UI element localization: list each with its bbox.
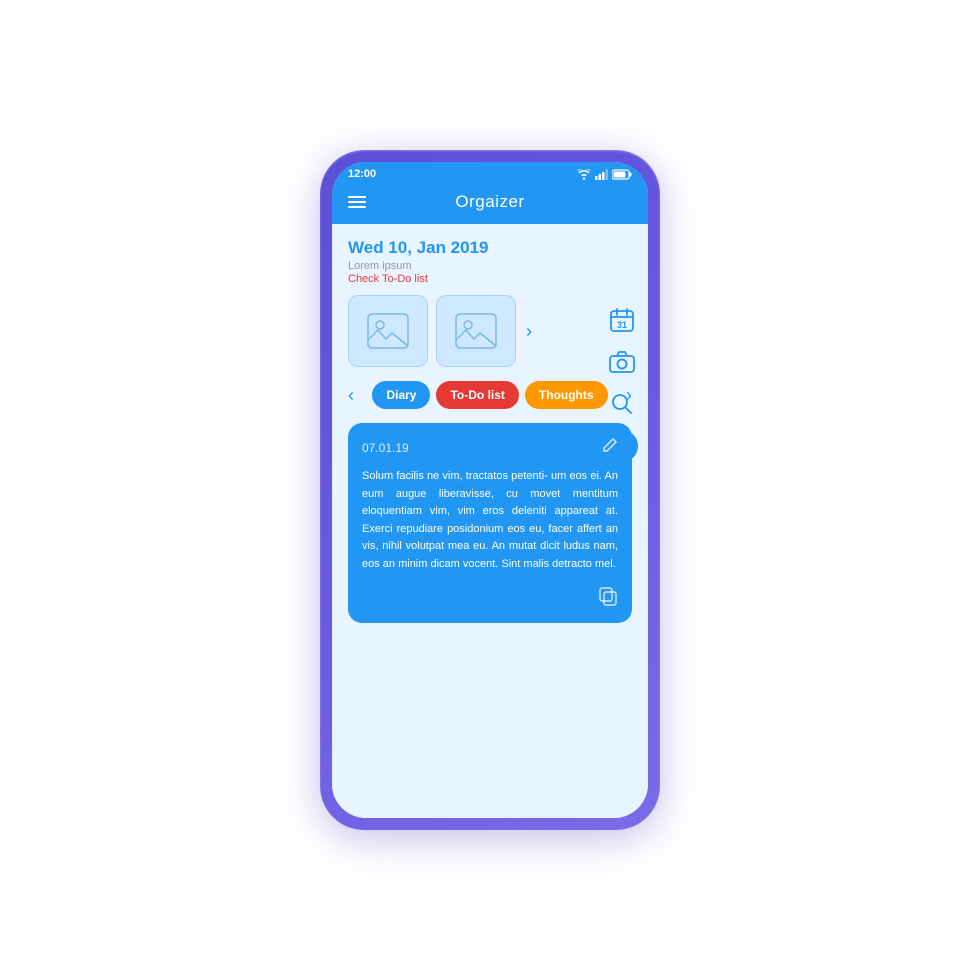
hamburger-line-1 <box>348 196 366 198</box>
hamburger-menu[interactable] <box>348 196 366 208</box>
date-heading: Wed 10, Jan 2019 <box>348 238 489 258</box>
search-icon-btn[interactable] <box>606 388 638 420</box>
battery-icon <box>612 169 632 180</box>
search-icon <box>611 393 633 415</box>
camera-icon <box>609 351 635 373</box>
status-bar: 12:00 <box>332 162 648 184</box>
image-placeholder-icon-1 <box>366 312 410 350</box>
phone-frame: 12:00 <box>320 150 660 830</box>
calendar-icon: 31 <box>609 307 635 333</box>
edit-icon[interactable] <box>602 437 618 458</box>
todo-link[interactable]: Check To-Do list <box>348 273 489 285</box>
note-card: 07.01.19 Solum facilis ne vim, tractatos… <box>348 423 632 623</box>
note-date: 07.01.19 <box>362 441 409 455</box>
calendar-icon-btn[interactable]: 31 <box>606 304 638 336</box>
status-time: 12:00 <box>348 168 376 180</box>
hamburger-line-2 <box>348 201 366 203</box>
signal-icon <box>595 169 608 180</box>
note-text: Solum facilis ne vim, tractatos petenti-… <box>362 468 618 574</box>
wifi-icon <box>577 169 591 180</box>
date-info: Wed 10, Jan 2019 Lorem ipsum Check To-Do… <box>348 238 489 285</box>
tab-arrow-left[interactable]: ‹ <box>348 385 354 406</box>
app-bar: Orgaizer <box>332 184 648 224</box>
note-card-footer <box>362 586 618 611</box>
gallery-arrow-right[interactable]: › <box>526 321 532 342</box>
image-placeholder-icon-2 <box>454 312 498 350</box>
status-icons <box>577 169 632 180</box>
content-area: Wed 10, Jan 2019 Lorem ipsum Check To-Do… <box>332 224 648 818</box>
phone-screen: 12:00 <box>332 162 648 818</box>
hamburger-line-3 <box>348 206 366 208</box>
copy-icon[interactable] <box>598 586 618 611</box>
tab-diary[interactable]: Diary <box>372 381 430 409</box>
photo-card-2[interactable] <box>436 295 516 367</box>
tabs-row: ‹ Diary To-Do list Thoughts › <box>348 381 632 409</box>
svg-text:31: 31 <box>617 320 627 330</box>
tab-thoughts[interactable]: Thoughts <box>525 381 608 409</box>
date-subtitle: Lorem ipsum <box>348 260 489 272</box>
date-section: Wed 10, Jan 2019 Lorem ipsum Check To-Do… <box>348 238 632 285</box>
photo-card-1[interactable] <box>348 295 428 367</box>
camera-icon-btn[interactable] <box>606 346 638 378</box>
photo-gallery: › <box>348 295 632 367</box>
app-title: Orgaizer <box>455 192 524 212</box>
note-card-header: 07.01.19 <box>362 437 618 458</box>
tabs-container: Diary To-Do list Thoughts <box>372 381 607 409</box>
tab-todo[interactable]: To-Do list <box>436 381 518 409</box>
